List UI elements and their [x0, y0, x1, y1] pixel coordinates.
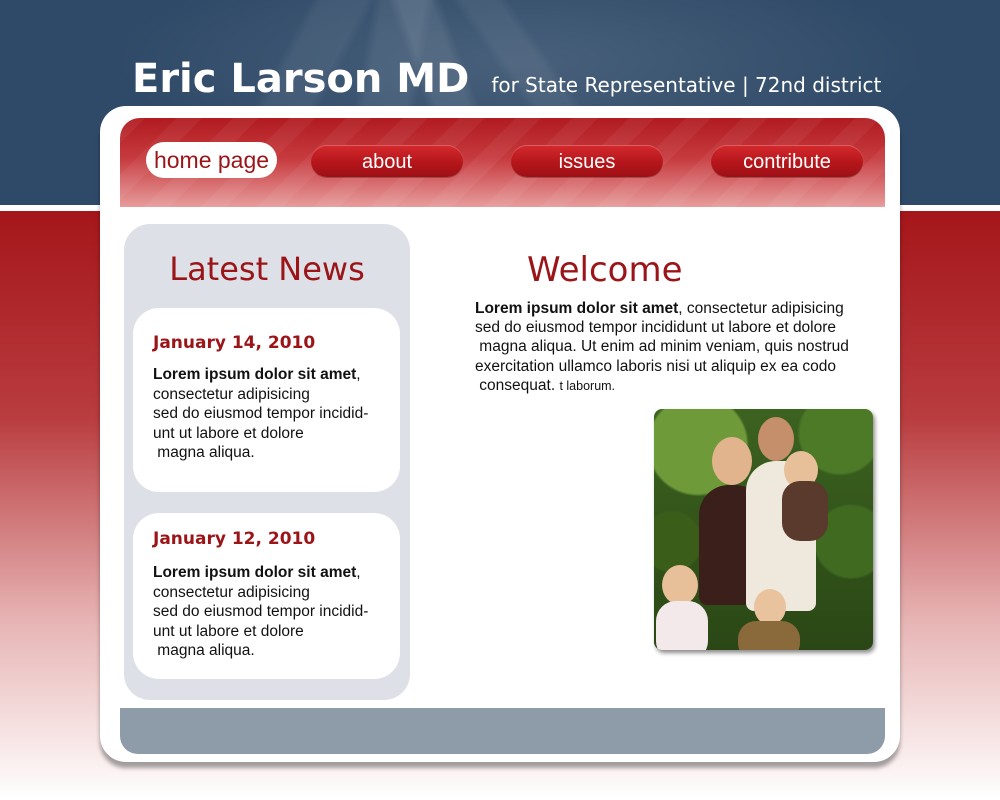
person-head	[758, 417, 794, 461]
news-lead-suffix: ,	[356, 366, 361, 383]
welcome-heading: Welcome	[527, 250, 683, 290]
welcome-line: magna aliqua. Ut enim ad minim veniam, q…	[475, 338, 849, 356]
person-head	[754, 589, 786, 625]
person-body	[738, 621, 800, 650]
news-date: January 12, 2010	[153, 529, 316, 549]
news-line: consectetur adipisicing	[153, 583, 310, 601]
welcome-lead: Lorem ipsum dolor sit amet	[475, 300, 679, 317]
site-title: Eric Larson MD for State Representative …	[132, 56, 881, 106]
candidate-tagline: for State Representative | 72nd district	[491, 73, 882, 97]
welcome-text: Lorem ipsum dolor sit amet, consectetur …	[475, 299, 885, 396]
main-nav: home page about issues contribute	[120, 118, 885, 207]
news-line: magna aliqua.	[153, 444, 255, 461]
news-lead: Lorem ipsum dolor sit amet	[153, 564, 357, 581]
news-line: magna aliqua.	[153, 642, 255, 659]
news-line: unt ut labore et dolore	[153, 622, 304, 640]
candidate-name: Eric Larson MD	[132, 56, 470, 102]
welcome-line: consequat.	[475, 376, 560, 394]
news-heading: Latest News	[169, 250, 365, 288]
family-photo	[654, 409, 873, 650]
welcome-line: sed do eiusmod tempor incididunt ut labo…	[475, 319, 837, 337]
news-line: consectetur adipisicing	[153, 385, 310, 403]
person-body	[656, 601, 708, 650]
news-body: Lorem ipsum dolor sit amet, consectetur …	[153, 563, 393, 661]
footer-bar	[120, 708, 885, 754]
welcome-line: , consectetur adipisicing	[678, 300, 844, 317]
nav-about[interactable]: about	[311, 145, 463, 177]
news-lead-suffix: ,	[356, 564, 361, 581]
news-date: January 14, 2010	[153, 333, 316, 353]
news-item[interactable]: January 12, 2010 Lorem ipsum dolor sit a…	[133, 513, 400, 679]
welcome-line-small: t laborum.	[559, 378, 616, 393]
welcome-line: exercitation ullamco laboris nisi ut ali…	[475, 357, 837, 375]
nav-home-page[interactable]: home page	[146, 142, 277, 178]
nav-contribute[interactable]: contribute	[711, 145, 863, 177]
news-lead: Lorem ipsum dolor sit amet	[153, 366, 357, 383]
news-body: Lorem ipsum dolor sit amet, consectetur …	[153, 365, 393, 463]
person-body	[782, 481, 828, 541]
person-head	[662, 565, 698, 605]
news-item[interactable]: January 14, 2010 Lorem ipsum dolor sit a…	[133, 308, 400, 492]
news-line: unt ut labore et dolore	[153, 424, 304, 442]
news-line: sed do eiusmod tempor incidid-	[153, 405, 369, 422]
person-head	[712, 437, 752, 485]
news-line: sed do eiusmod tempor incidid-	[153, 603, 369, 620]
nav-issues[interactable]: issues	[511, 145, 663, 177]
